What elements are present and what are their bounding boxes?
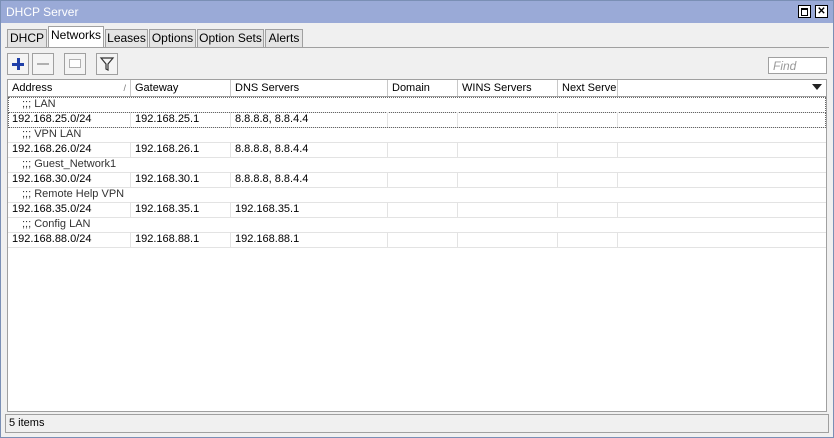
cell-dns-servers: 8.8.8.8, 8.8.4.4 — [231, 172, 388, 187]
column-header-domain[interactable]: Domain — [388, 80, 458, 96]
table-row[interactable]: 192.168.30.0/24 192.168.30.1 8.8.8.8, 8.… — [8, 172, 826, 188]
tab-alerts[interactable]: Alerts — [265, 29, 303, 47]
table-row-comment[interactable]: ;;; Guest_Network1 — [8, 157, 826, 173]
cell-domain — [388, 142, 458, 157]
tab-networks[interactable]: Networks — [48, 26, 104, 48]
table-row[interactable]: 192.168.35.0/24 192.168.35.1 192.168.35.… — [8, 202, 826, 218]
cell-address: 192.168.88.0/24 — [8, 232, 131, 247]
cell-domain — [388, 232, 458, 247]
filter-icon[interactable] — [96, 53, 118, 75]
cell-next-server — [558, 112, 618, 127]
cell-wins-servers — [458, 112, 558, 127]
cell-address: 192.168.30.0/24 — [8, 172, 131, 187]
table-header: Address / Gateway DNS Servers Domain WIN… — [8, 80, 826, 97]
cell-wins-servers — [458, 172, 558, 187]
cell-wins-servers — [458, 142, 558, 157]
table-row[interactable]: 192.168.88.0/24 192.168.88.1 192.168.88.… — [8, 232, 826, 248]
status-bar: 5 items — [5, 414, 829, 433]
table-row-comment[interactable]: ;;; VPN LAN — [8, 127, 826, 143]
column-header-next-server[interactable]: Next Server — [558, 80, 618, 96]
cell-address: 192.168.25.0/24 — [8, 112, 131, 127]
tab-dhcp[interactable]: DHCP — [7, 29, 47, 47]
table-row-comment[interactable]: ;;; Config LAN — [8, 217, 826, 233]
cell-address: 192.168.26.0/24 — [8, 142, 131, 157]
column-chooser-dropdown-icon[interactable] — [812, 84, 822, 90]
comment-icon[interactable] — [64, 53, 86, 75]
tab-options[interactable]: Options — [149, 29, 196, 47]
item-count: 5 items — [9, 417, 45, 429]
dhcp-server-window: DHCP Server ✕ DHCP Networks Leases Optio… — [0, 0, 834, 438]
cell-wins-servers — [458, 202, 558, 217]
cell-gateway: 192.168.26.1 — [131, 142, 231, 157]
cell-wins-servers — [458, 232, 558, 247]
sort-indicator-icon: / — [123, 83, 126, 93]
tab-leases[interactable]: Leases — [105, 29, 148, 47]
add-icon[interactable] — [7, 53, 29, 75]
cell-next-server — [558, 142, 618, 157]
close-icon[interactable]: ✕ — [815, 5, 828, 18]
cell-domain — [388, 202, 458, 217]
column-header-wins-servers[interactable]: WINS Servers — [458, 80, 558, 96]
remove-icon[interactable] — [32, 53, 54, 75]
tab-option-sets[interactable]: Option Sets — [197, 29, 264, 47]
table-row[interactable]: 192.168.25.0/24 192.168.25.1 8.8.8.8, 8.… — [8, 112, 826, 128]
title-bar[interactable]: DHCP Server ✕ — [1, 1, 833, 23]
cell-domain — [388, 112, 458, 127]
cell-gateway: 192.168.88.1 — [131, 232, 231, 247]
window-title: DHCP Server — [6, 5, 79, 19]
cell-domain — [388, 172, 458, 187]
table-row[interactable]: 192.168.26.0/24 192.168.26.1 8.8.8.8, 8.… — [8, 142, 826, 158]
cell-dns-servers: 192.168.88.1 — [231, 232, 388, 247]
table-row-comment[interactable]: ;;; Remote Help VPN — [8, 187, 826, 203]
cell-gateway: 192.168.35.1 — [131, 202, 231, 217]
table-row-comment[interactable]: ;;; LAN — [8, 97, 826, 113]
column-header-gateway[interactable]: Gateway — [131, 80, 231, 96]
cell-gateway: 192.168.30.1 — [131, 172, 231, 187]
cell-address: 192.168.35.0/24 — [8, 202, 131, 217]
find-input[interactable] — [768, 57, 827, 74]
cell-dns-servers: 8.8.8.8, 8.8.4.4 — [231, 142, 388, 157]
column-header-address[interactable]: Address / — [8, 80, 131, 96]
cell-gateway: 192.168.25.1 — [131, 112, 231, 127]
cell-dns-servers: 8.8.8.8, 8.8.4.4 — [231, 112, 388, 127]
tab-divider — [5, 47, 829, 48]
cell-dns-servers: 192.168.35.1 — [231, 202, 388, 217]
maximize-icon[interactable] — [798, 5, 811, 18]
cell-next-server — [558, 172, 618, 187]
column-header-dns-servers[interactable]: DNS Servers — [231, 80, 388, 96]
cell-next-server — [558, 202, 618, 217]
networks-table: Address / Gateway DNS Servers Domain WIN… — [7, 79, 827, 412]
cell-next-server — [558, 232, 618, 247]
